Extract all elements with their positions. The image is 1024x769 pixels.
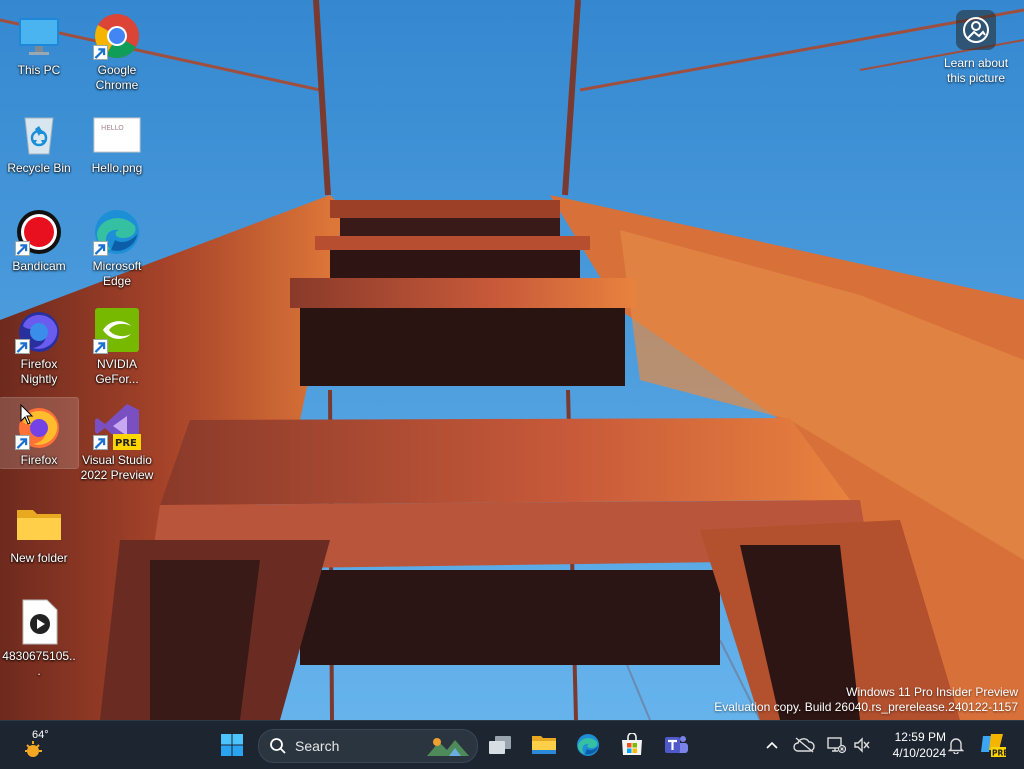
desktop-icon-label: Firefox Nightly (20, 357, 58, 386)
video-file-icon (15, 598, 63, 646)
desktop-icon-label: Bandicam (12, 259, 66, 273)
desktop-icon-label: Hello.png (91, 161, 143, 175)
taskbar-microsoft-store[interactable] (614, 727, 650, 763)
volume-status[interactable] (850, 733, 874, 757)
svg-text:PRE: PRE (992, 749, 1007, 758)
svg-text:PRE: PRE (115, 438, 137, 449)
microsoft-store-icon (622, 733, 642, 755)
svg-text:HELLO: HELLO (101, 124, 124, 132)
desktop-icon-label: Visual Studio 2022 Preview (80, 453, 154, 482)
desktop-icon-label: This PC (17, 63, 61, 77)
desktop-icon-video-file[interactable]: 4830675105... (0, 594, 78, 686)
desktop-icon-label: New folder (10, 551, 68, 565)
chrome-icon (93, 12, 141, 60)
notifications-button[interactable] (944, 733, 968, 757)
folder-icon (15, 500, 63, 548)
shortcut-arrow-icon (93, 241, 108, 256)
search-highlight-icon (427, 738, 469, 756)
start-button[interactable] (214, 727, 250, 763)
bell-icon (948, 738, 964, 754)
nvidia-icon (93, 306, 141, 354)
edge-icon (577, 734, 599, 756)
desktop-icon-new-folder[interactable]: New folder (0, 496, 78, 588)
visual-studio-icon: PRE (93, 402, 141, 450)
watermark-line-2: Evaluation copy. Build 26040.rs_prerelea… (714, 700, 1018, 714)
desktop-icon-label: Google Chrome (95, 63, 139, 92)
firefox-nightly-icon (15, 306, 63, 354)
desktop-icon-recycle-bin[interactable]: Recycle Bin (0, 106, 78, 198)
desktop-icon-visual-studio-preview[interactable]: PRE Visual Studio 2022 Preview (78, 398, 156, 490)
search-placeholder: Search (295, 738, 340, 754)
desktop-icon-label: Firefox (20, 453, 58, 467)
taskbar-search-box[interactable]: Search (258, 729, 478, 763)
evaluation-watermark: Windows 11 Pro Insider Preview Evaluatio… (714, 685, 1018, 715)
onedrive-status[interactable] (792, 733, 816, 757)
taskbar-clock[interactable]: 12:59 PM 4/10/2024 (880, 729, 946, 761)
monitor-icon (15, 12, 63, 60)
desktop-icon-this-pc[interactable]: This PC (0, 8, 78, 100)
desktop-icon-bandicam[interactable]: Bandicam (0, 204, 78, 296)
shortcut-arrow-icon (93, 339, 108, 354)
show-hidden-icons-button[interactable] (760, 733, 784, 757)
taskbar-file-explorer[interactable] (526, 727, 562, 763)
task-view-icon (489, 736, 511, 754)
edge-icon (93, 208, 141, 256)
taskbar-teams[interactable] (658, 727, 694, 763)
desktop-icon-nvidia-geforce[interactable]: NVIDIA GeFor... (78, 302, 156, 394)
desktop-icon-firefox-nightly[interactable]: Firefox Nightly (0, 302, 78, 394)
learn-about-picture[interactable]: Learn about this picture (936, 10, 1016, 86)
taskbar-edge[interactable] (570, 727, 606, 763)
recycle-bin-icon (15, 110, 63, 158)
chevron-up-icon (766, 741, 778, 749)
copilot-button[interactable]: PRE (978, 733, 1008, 758)
shortcut-arrow-icon (93, 435, 108, 450)
desktop-icon-hello-png[interactable]: HELLO Hello.png (78, 106, 156, 198)
clock-time: 12:59 PM (894, 730, 946, 744)
task-view-button[interactable] (482, 727, 518, 763)
desktop-icon-microsoft-edge[interactable]: Microsoft Edge (78, 204, 156, 296)
shortcut-arrow-icon (15, 435, 30, 450)
image-file-icon: HELLO (93, 110, 141, 158)
learn-about-label: Learn about this picture (943, 56, 1009, 85)
desktop-icon-label: Recycle Bin (7, 161, 71, 175)
teams-icon (665, 736, 688, 753)
windows-logo-icon (221, 734, 243, 756)
desktop-icon-label: Microsoft Edge (92, 259, 142, 288)
mouse-cursor-icon (20, 404, 34, 425)
desktop-icon-google-chrome[interactable]: Google Chrome (78, 8, 156, 100)
network-disconnected-icon (827, 737, 846, 754)
desktop-icon-firefox[interactable]: Firefox (0, 397, 79, 469)
weather-temp: 64° (32, 729, 49, 741)
clock-date: 4/10/2024 (892, 746, 946, 760)
search-icon (270, 738, 286, 754)
file-explorer-icon (532, 736, 556, 754)
watermark-line-1: Windows 11 Pro Insider Preview (846, 685, 1018, 699)
desktop-icon-label: 4830675105... (2, 649, 76, 678)
camera-info-icon (956, 10, 996, 50)
weather-sun-icon (25, 741, 42, 757)
copilot-icon: PRE (981, 734, 1007, 758)
cloud-off-icon (793, 737, 815, 753)
shortcut-arrow-icon (93, 45, 108, 60)
shortcut-arrow-icon (15, 339, 30, 354)
network-status[interactable] (824, 733, 848, 757)
taskbar: 64° Search 12:59 PM 4/10/2024 PRE (0, 720, 1024, 769)
shortcut-arrow-icon (15, 241, 30, 256)
speaker-muted-icon (854, 737, 870, 753)
desktop-icon-label: NVIDIA GeFor... (95, 357, 139, 386)
bandicam-icon (15, 208, 63, 256)
weather-widget[interactable]: 64° (14, 727, 64, 763)
